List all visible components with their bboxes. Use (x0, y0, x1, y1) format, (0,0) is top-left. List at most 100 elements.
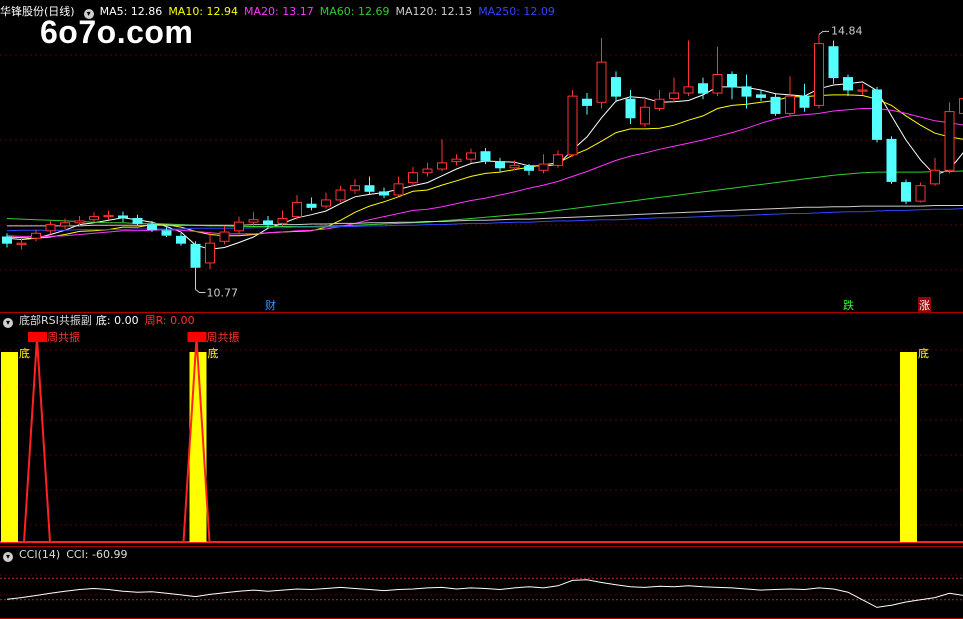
cci-title: CCI(14) (19, 548, 61, 561)
candle-down (611, 77, 621, 97)
candle-down (379, 191, 389, 196)
rsi-di-value: 底: 0.00 (95, 314, 139, 327)
candle-up (930, 169, 940, 185)
candle-down (756, 94, 766, 98)
candle-down (118, 215, 128, 219)
candle-up (393, 183, 404, 196)
candle-up (422, 168, 433, 174)
candle-down (770, 96, 781, 114)
ma-legend-item: MA10: 12.94 (168, 5, 239, 18)
candle-up (277, 217, 288, 224)
candle-up (219, 231, 230, 242)
rsi-zhou-text: 周共振 (47, 330, 80, 344)
candle-up (654, 98, 665, 109)
rsi-zhou-spike (23, 337, 51, 543)
rsi-di-text: 底 (208, 346, 219, 360)
candle-up (321, 199, 331, 207)
rsi-zhou-value: 周R: 0.00 (144, 314, 195, 327)
rsi-di-bar (900, 352, 917, 542)
candle-up (915, 185, 926, 202)
candle-up (234, 221, 244, 232)
candle-down (872, 89, 882, 140)
ma-line-ma10 (6, 94, 963, 239)
candle-up (60, 222, 70, 227)
candle-down (727, 74, 737, 88)
cci-value: CCI: -60.99 (66, 548, 128, 561)
rsi-zhou-marker (187, 332, 207, 342)
high-pointer (818, 30, 829, 35)
candle-down (886, 138, 897, 182)
candle-down (495, 161, 505, 169)
candle-up (683, 86, 694, 94)
collapse-toggle-icon[interactable]: ▾ (83, 9, 94, 19)
rsi-di-text: 底 (918, 346, 929, 360)
low-label: 10.77 (207, 286, 239, 299)
candle-up (451, 158, 462, 163)
ma-legend: MA5: 12.86 MA10: 12.94 MA20: 13.17 MA60: 12… (100, 5, 561, 18)
ma-legend-item: MA5: 12.86 (99, 5, 163, 18)
rsi-zhou-text: 周共振 (207, 330, 240, 344)
rsi-panel-header: ▾ 底部RSI共振副 底: 0.00 周R: 0.00 (0, 313, 201, 329)
candle-down (799, 95, 810, 108)
rsi-di-bar (1, 352, 18, 542)
candle-up (785, 95, 795, 114)
candle-up (205, 242, 215, 264)
candle-up (814, 43, 824, 106)
price-panel-header: 华锋股份(日线) ▾ MA5: 12.86 MA10: 12.94 MA20: 13.1… (0, 4, 567, 20)
candle-down (524, 166, 534, 171)
candle-up (350, 185, 360, 191)
candle-down (190, 243, 201, 268)
candle-up (89, 216, 99, 221)
cci-panel-header: ▾ CCI(14) CCI: -60.99 (0, 547, 133, 563)
collapse-toggle-icon[interactable]: ▾ (3, 552, 13, 562)
candle-up (45, 224, 56, 232)
candle-down (2, 236, 12, 244)
candle-down (364, 185, 375, 192)
candle-down (306, 203, 317, 208)
marker-die: 跌 (843, 299, 854, 312)
candle-down (582, 98, 592, 106)
candle-down (480, 151, 491, 161)
candle-up (640, 106, 650, 125)
ma-line-ma120 (7, 205, 963, 227)
candle-down (625, 98, 636, 119)
ma-legend-item: MA20: 13.17 (244, 5, 314, 18)
candle-up (944, 111, 955, 171)
chart-canvas: 14.84 10.77 底 底 底 周共振 周共振 (0, 24, 963, 619)
stock-name: 华锋股份(日线) (0, 5, 75, 18)
candle-down (132, 217, 143, 224)
candle-up (31, 232, 41, 239)
candle-down (698, 83, 708, 94)
candle-up (16, 242, 27, 245)
candle-down (901, 182, 911, 202)
candle-down (843, 77, 853, 91)
marker-cai: 财 (265, 299, 276, 312)
low-pointer (195, 289, 206, 293)
candle-up (553, 154, 563, 166)
candle-up (538, 163, 549, 171)
candle-up (959, 98, 963, 114)
ma-legend-item: MA120: 12.13 (395, 5, 473, 18)
candle-up (437, 162, 447, 170)
collapse-toggle-icon[interactable]: ▾ (3, 318, 13, 328)
candle-up (466, 152, 476, 160)
candle-up (292, 201, 302, 218)
ma-line-ma60 (6, 170, 963, 227)
candle-down (828, 46, 839, 79)
candle-up (857, 89, 868, 92)
candle-down (147, 224, 157, 231)
marker-zhang: 涨 (918, 297, 931, 313)
candle-down (741, 86, 752, 97)
candle-up (74, 220, 85, 224)
rsi-di-text: 底 (19, 346, 30, 360)
candle-up (248, 219, 259, 223)
ma-legend-item: MA250: 12.09 (478, 5, 555, 18)
candle-up (596, 61, 607, 103)
candle-up (408, 172, 418, 184)
candle-up (335, 189, 346, 201)
cci-line (6, 579, 963, 608)
candle-up (567, 95, 578, 156)
candle-down (263, 220, 273, 226)
candle-up (669, 92, 679, 100)
candle-up (103, 214, 114, 218)
